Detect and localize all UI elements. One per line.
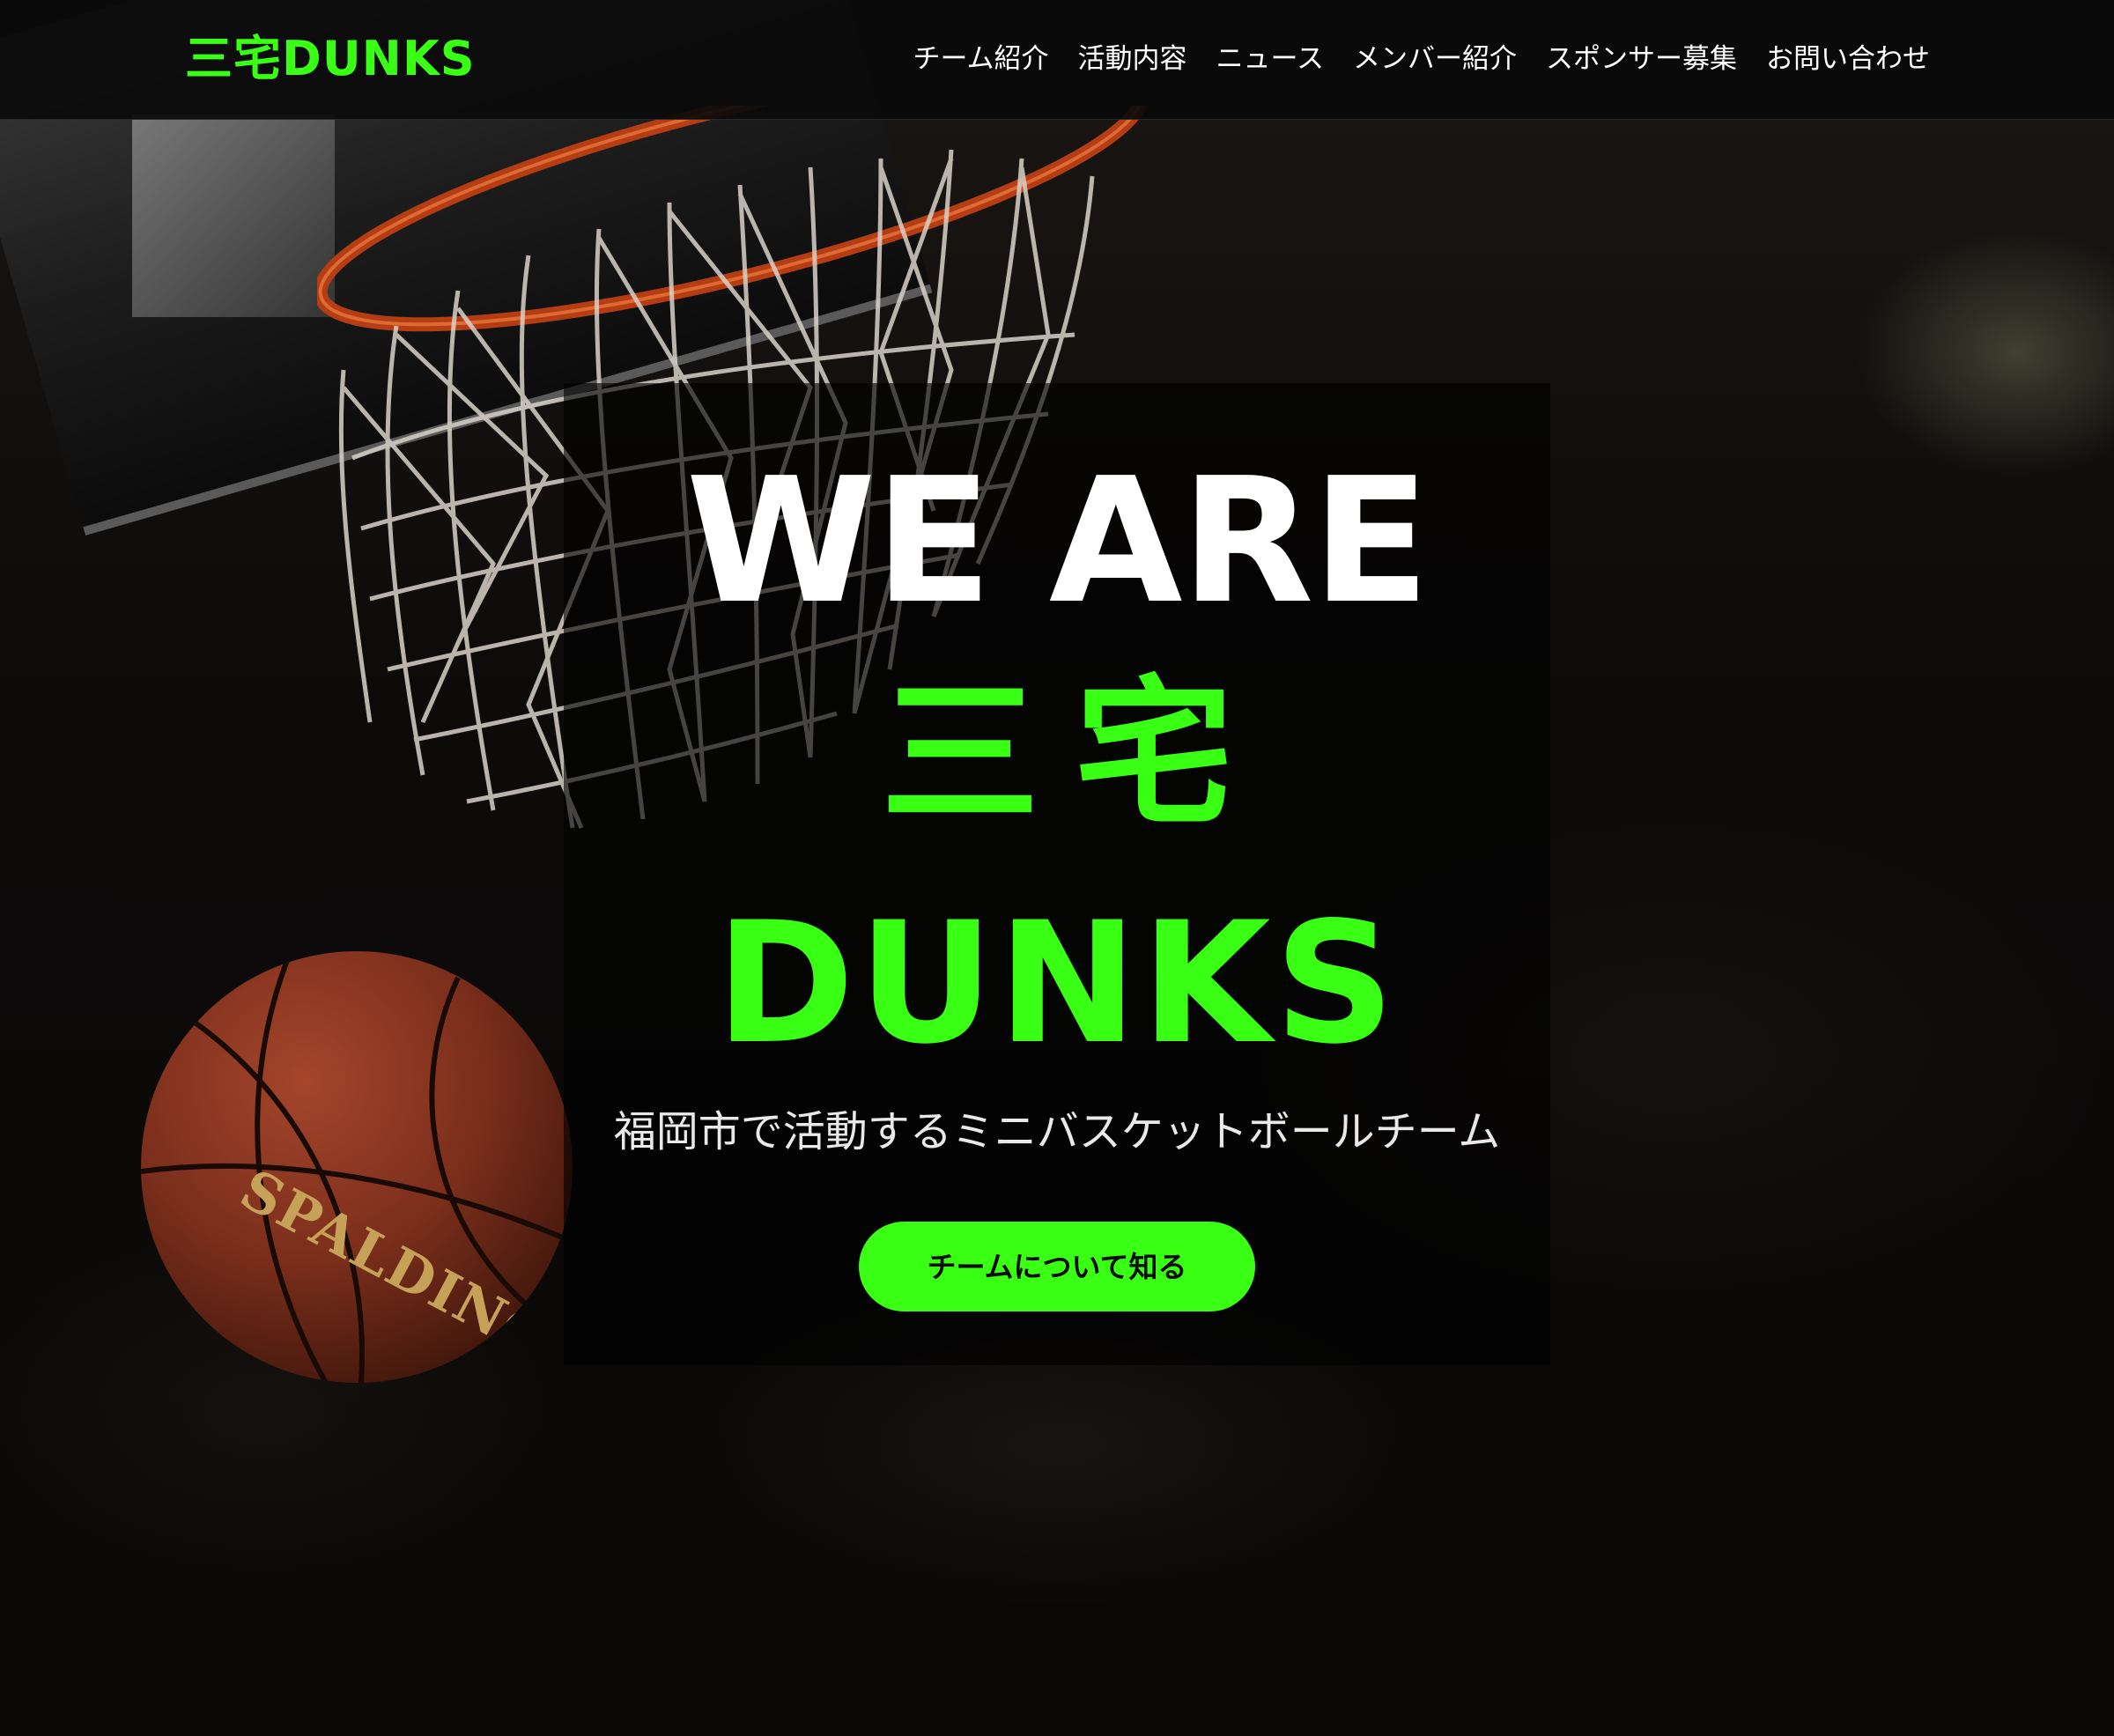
site-logo[interactable]: 三宅DUNKS (185, 28, 476, 90)
nav-link-news[interactable]: ニュース (1216, 37, 1324, 81)
hero-title-line3: DUNKS (715, 886, 1399, 1081)
nav-link-team[interactable]: チーム紹介 (913, 37, 1048, 81)
basketball-image: SPALDING (141, 951, 573, 1383)
nav-link-contact[interactable]: お問い合わせ (1766, 37, 1930, 81)
main-nav: チーム紹介 活動内容 ニュース メンバー紹介 スポンサー募集 お問い合わせ (913, 37, 1930, 81)
top-navbar: 三宅DUNKS チーム紹介 活動内容 ニュース メンバー紹介 スポンサー募集 お… (0, 0, 2114, 120)
nav-link-activities[interactable]: 活動内容 (1078, 37, 1187, 81)
hero-title-line1: WE ARE (685, 441, 1430, 642)
nav-link-sponsors[interactable]: スポンサー募集 (1546, 37, 1737, 81)
nav-link-members[interactable]: メンバー紹介 (1353, 37, 1517, 81)
hoop-bracket-image (132, 115, 335, 317)
about-team-button[interactable]: チームについて知る (859, 1222, 1255, 1311)
hero-subtitle: 福岡市で活動するミニバスケットボールチーム (613, 1107, 1501, 1156)
page: SPALDING 三宅DUNKS チーム紹介 活動内容 ニュース メンバー紹介 … (0, 0, 2114, 1736)
hero-title-line2: 三宅 (880, 662, 1268, 846)
